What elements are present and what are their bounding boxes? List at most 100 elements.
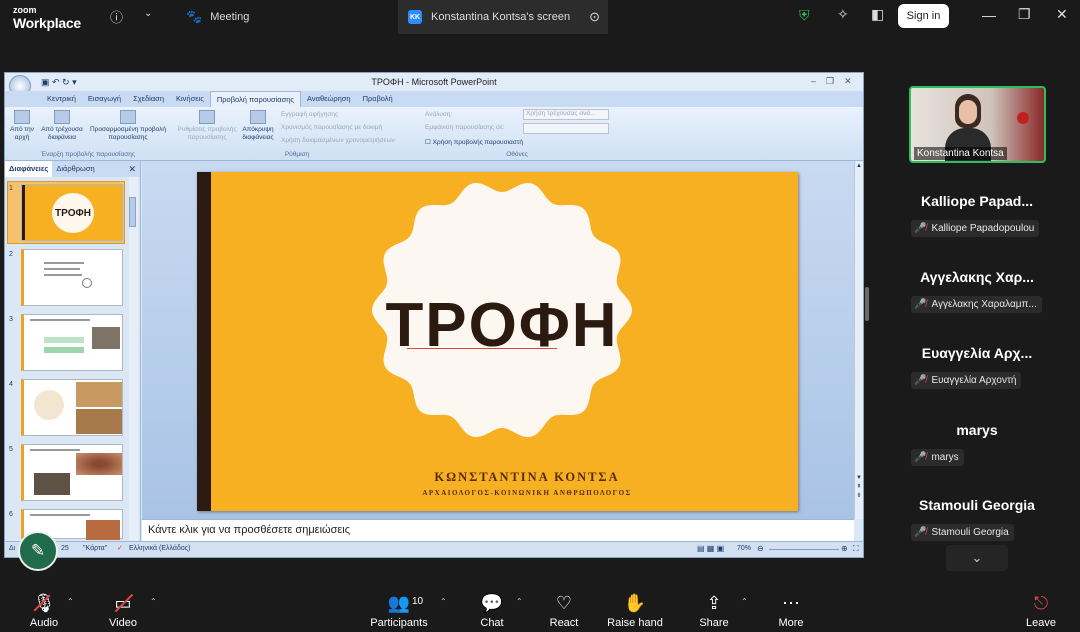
pane-scrollbar[interactable] <box>129 177 138 541</box>
more-options-icon[interactable]: ⊙ <box>589 9 600 25</box>
view-buttons-icon[interactable]: ▤ ▦ ▣ <box>697 544 724 553</box>
tab-review[interactable]: Αναθεώρηση <box>301 91 357 107</box>
mic-muted-icon: 🎤̸ <box>914 527 927 538</box>
more-button[interactable]: ⋯ More <box>771 583 811 632</box>
share-caret[interactable]: ⌃ <box>741 597 748 606</box>
show-on-select[interactable] <box>523 123 609 134</box>
slide-thumbnail-1[interactable]: ΤΡΟΦΗ <box>21 184 123 241</box>
sparkle-icon[interactable]: ✧ <box>837 6 849 23</box>
chat-button[interactable]: 💬 Chat <box>472 583 512 632</box>
shared-screen: ΤΡΟΦΗ - Microsoft PowerPoint ▣ ↶ ↻ ▾ – ❐… <box>4 72 864 558</box>
record-narration[interactable]: Εγγραφή αφήγησης <box>281 111 338 118</box>
slide-thumbnail-3[interactable] <box>21 314 123 371</box>
close-pane-icon[interactable]: ✕ <box>124 161 140 177</box>
audio-options-caret[interactable]: ⌃ <box>67 597 74 606</box>
audio-button[interactable]: 🎙 Audio <box>24 583 64 632</box>
from-current-label: Από τρέχουσα διαφάνεια <box>41 126 83 141</box>
custom-show-icon <box>120 110 136 124</box>
share-button[interactable]: ⇪ Share <box>694 583 734 632</box>
fit-icon[interactable]: ⛶ <box>853 544 859 554</box>
mic-muted-icon: 🎤̸ <box>914 223 927 234</box>
presenter-view-checkbox[interactable]: ☐ Χρήση προβολής παρουσιαστή <box>425 138 523 146</box>
window-controls-icon[interactable]: – ❐ ✕ <box>811 76 852 87</box>
tab-slideshow[interactable]: Προβολή παρουσίασης <box>209 91 302 107</box>
tab-shared-screen-label: Konstantina Kontsa's screen <box>431 11 571 23</box>
group-monitors-label: Οθόνες <box>506 151 528 158</box>
zoom-in-icon[interactable]: ⊕ <box>841 544 848 553</box>
raise-hand-button[interactable]: ✋ Raise hand <box>605 583 665 632</box>
participants-caret[interactable]: ⌃ <box>440 597 447 606</box>
hide-slide-label: Απόκρυψη διαφάνειας <box>242 126 274 141</box>
hide-slide-icon <box>250 110 266 124</box>
slide-thumbnail-5[interactable] <box>21 444 123 501</box>
participant-name: Kalliope Papad... <box>920 193 1034 209</box>
restore-icon[interactable]: ❐ <box>1018 6 1031 23</box>
participant-tag-label: Stamouli Georgia <box>931 527 1009 538</box>
video-off-icon: ▭ <box>114 593 134 613</box>
ppt-title-bar: ΤΡΟΦΗ - Microsoft PowerPoint <box>5 73 863 91</box>
video-options-caret[interactable]: ⌃ <box>150 597 157 606</box>
react-button[interactable]: ♡ React <box>544 583 584 632</box>
leave-button[interactable]: ⎋ Leave <box>1020 583 1062 632</box>
quick-access-icon[interactable]: ▣ ↶ ↻ ▾ <box>41 77 77 88</box>
shield-icon[interactable]: ⛨ <box>799 7 810 24</box>
status-language[interactable]: Ελληνικά (Ελλάδος) <box>129 545 190 552</box>
spellcheck-icon[interactable]: ✓ <box>117 544 123 552</box>
slide-thumbnail-2[interactable] <box>21 249 123 306</box>
participants-button[interactable]: 👥 Participants <box>366 583 432 632</box>
presenter-view-label: Χρήση προβολής παρουσιαστή <box>432 139 523 146</box>
editor-scrollbar[interactable]: ▲ ▼ ⇞ ⇟ <box>854 161 863 519</box>
chat-label: Chat <box>480 617 504 629</box>
close-icon[interactable]: ✕ <box>1056 6 1068 23</box>
video-button[interactable]: ▭ Video <box>103 583 143 632</box>
tab-animations[interactable]: Κινήσεις <box>170 91 210 107</box>
zoom-slider[interactable] <box>769 549 839 550</box>
tab-slides[interactable]: Διαφάνειες <box>5 161 53 177</box>
panel-icon[interactable]: ◧ <box>871 6 884 23</box>
pane-tabs: Διαφάνειες Διάρθρωση ✕ <box>5 161 140 177</box>
tab-meeting[interactable]: 🐾 Meeting <box>186 0 249 34</box>
chevron-down-icon[interactable]: ⌄ <box>144 8 152 19</box>
use-timings-checkbox[interactable]: Χρήση δοκιμασμένων χρονομετρήσεων <box>281 137 395 144</box>
tab-outline[interactable]: Διάρθρωση <box>52 161 98 177</box>
info-icon[interactable]: ⓘ <box>110 7 123 26</box>
zoom-out-icon[interactable]: ⊖ <box>757 544 764 553</box>
annotate-pen-button[interactable]: ✎ <box>18 531 58 571</box>
current-slide[interactable]: ΤΡΟΦΗ ΚΩΝΣΤΑΝΤΙΝΑ ΚΟΝΤΣΑ ΑΡΧΑΙΟΛΟΓΟΣ-ΚΟΙ… <box>197 172 798 511</box>
tab-home[interactable]: Κεντρική <box>41 91 82 107</box>
tab-shared-screen[interactable]: KK Konstantina Kontsa's screen ⊙ <box>398 0 608 34</box>
setup-button[interactable]: Ρυθμίσεις προβολής παρουσίασης <box>173 110 241 142</box>
rehearse-timings[interactable]: Χρονισμός παρουσίασης με δοκιμή <box>281 124 382 131</box>
notes-placeholder: Κάντε κλικ για να προσθέσετε σημειώσεις <box>148 524 351 536</box>
participant-name: marys <box>956 422 998 438</box>
setup-icon <box>199 110 215 124</box>
tab-view[interactable]: Προβολή <box>357 91 399 107</box>
ppt-title: ΤΡΟΦΗ - Microsoft PowerPoint <box>371 77 497 87</box>
sign-in-button[interactable]: Sign in <box>898 4 949 28</box>
participants-count: 10 <box>412 596 424 607</box>
notes-area[interactable]: Κάντε κλικ για να προσθέσετε σημειώσεις <box>142 519 854 541</box>
resolution-select[interactable]: Χρήση τρέχουσας ανά... <box>523 109 609 120</box>
participant-tag-label: marys <box>931 452 959 463</box>
mic-muted-icon: 🎤̸ <box>914 375 927 386</box>
hide-slide-button[interactable]: Απόκρυψη διαφάνειας <box>239 110 277 142</box>
slide-number: 4 <box>9 381 13 388</box>
spellcheck-underline <box>407 348 557 349</box>
tab-insert[interactable]: Εισαγωγή <box>82 91 127 107</box>
from-start-button[interactable]: Από την αρχή <box>7 110 37 142</box>
avatar: KK <box>408 10 422 24</box>
slide-subtitle: ΑΡΧΑΙΟΛΟΓΟΣ-ΚΟΙΝΩΝΙΚΗ ΑΝΘΡΩΠΟΛΟΓΟΣ <box>422 489 632 497</box>
slide-number: 3 <box>9 316 13 323</box>
custom-show-button[interactable]: Προσαρμοσμένη προβολή παρουσίασης <box>89 110 167 142</box>
tab-meeting-label: Meeting <box>210 11 250 23</box>
scroll-down-button[interactable]: ⌄ <box>946 545 1008 571</box>
from-current-button[interactable]: Από τρέχουσα διαφάνεια <box>37 110 87 142</box>
active-speaker-video[interactable]: Konstantina Kontsa <box>909 86 1046 163</box>
slide-thumbnail-4[interactable] <box>21 379 123 436</box>
chat-caret[interactable]: ⌃ <box>516 597 523 606</box>
tab-design[interactable]: Σχεδίαση <box>127 91 170 107</box>
slideshow-icon <box>14 110 30 124</box>
minimize-icon[interactable]: — <box>982 7 996 23</box>
from-start-label: Από την αρχή <box>10 126 34 141</box>
panel-resize-handle[interactable] <box>865 287 869 321</box>
